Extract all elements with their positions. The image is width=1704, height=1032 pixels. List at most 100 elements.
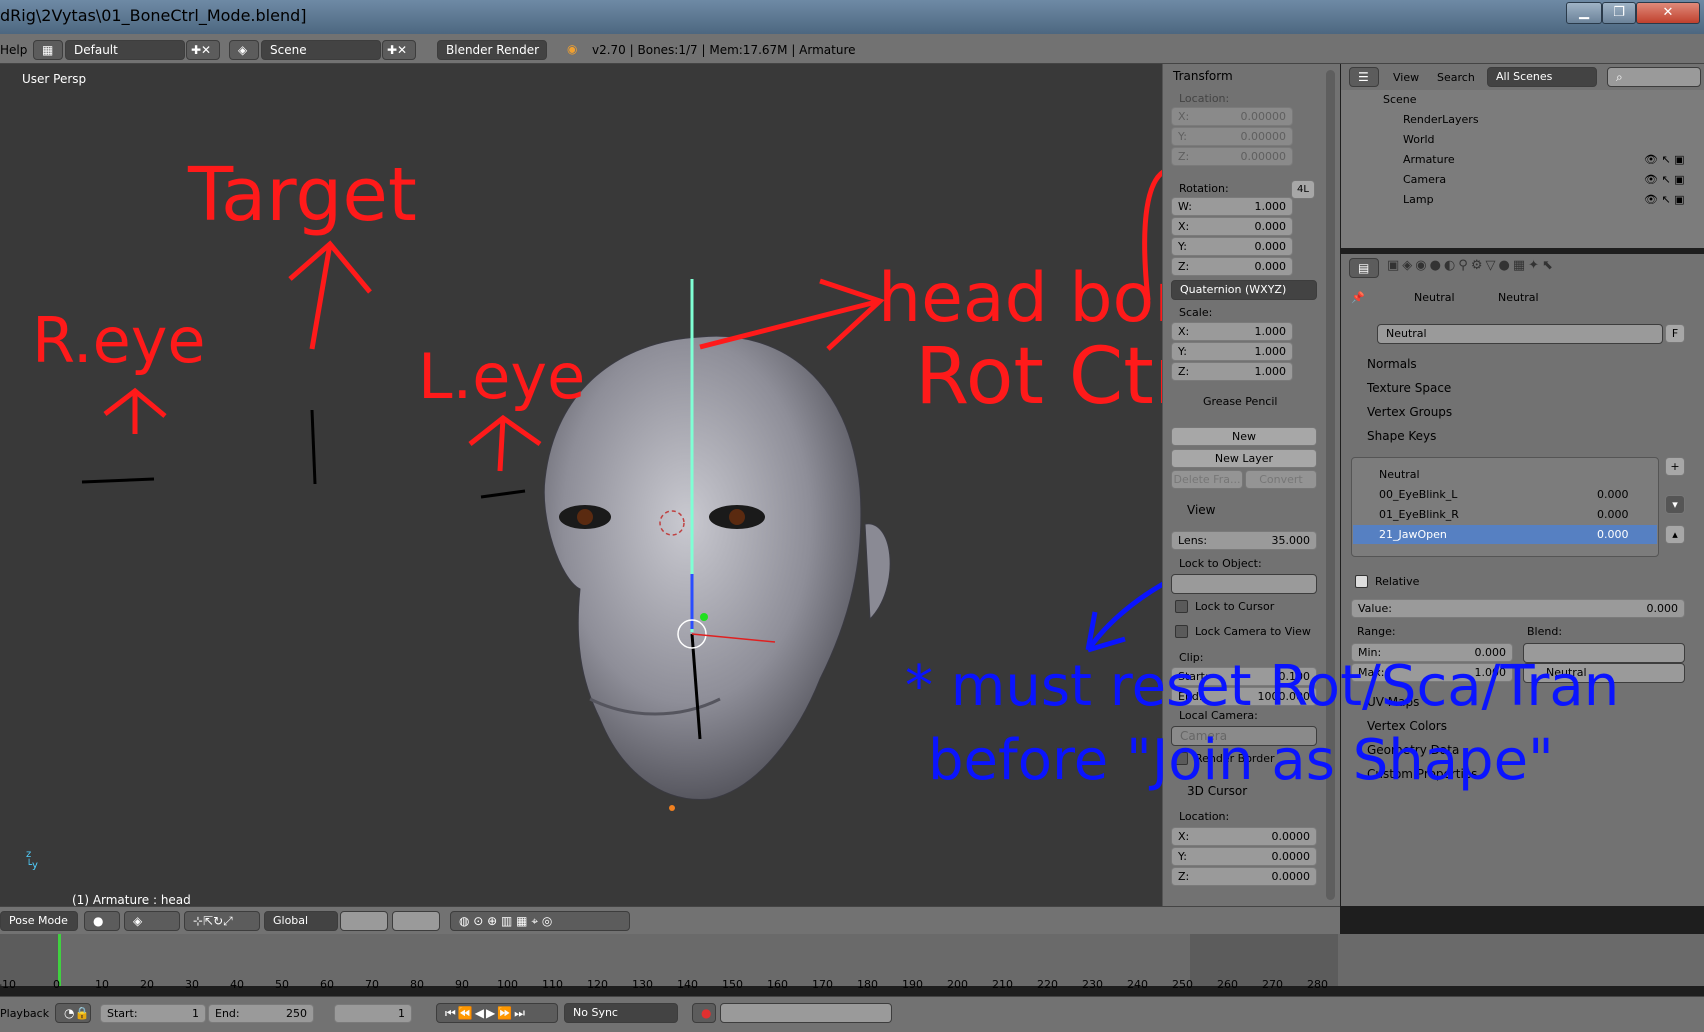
outliner-item-lamp[interactable]: Lamp bbox=[1403, 193, 1434, 206]
lens-field[interactable]: Lens: 35.000 bbox=[1171, 531, 1317, 550]
mesh-name-field[interactable]: Neutral bbox=[1377, 324, 1663, 344]
rot-w-field[interactable]: W: 1.000 bbox=[1171, 197, 1293, 216]
cursor-y-field[interactable]: Y: 0.0000 bbox=[1171, 847, 1317, 866]
tick-label: 210 bbox=[992, 978, 1013, 991]
relative-checkbox[interactable] bbox=[1355, 575, 1368, 588]
add-shape-key-button[interactable]: + bbox=[1665, 457, 1685, 476]
layout-icon[interactable]: ▦ bbox=[33, 40, 63, 60]
layers-grid-2[interactable] bbox=[392, 911, 440, 931]
pivot-selector[interactable]: ◈ bbox=[124, 911, 180, 931]
shape-key-neutral[interactable]: Neutral bbox=[1379, 468, 1420, 481]
tick-label: 110 bbox=[542, 978, 563, 991]
delete-frame-button[interactable]: Delete Fra... bbox=[1171, 470, 1243, 489]
sync-mode-selector[interactable]: No Sync bbox=[564, 1003, 678, 1023]
scale-y-field[interactable]: Y: 1.000 bbox=[1171, 342, 1293, 361]
layers-grid-1[interactable] bbox=[340, 911, 388, 931]
cursor-z-field[interactable]: Z: 0.0000 bbox=[1171, 867, 1317, 886]
shading-selector[interactable]: ● bbox=[84, 911, 120, 931]
view-header[interactable]: View bbox=[1187, 503, 1215, 517]
record-icon[interactable]: ● bbox=[692, 1003, 716, 1023]
blender-logo-icon: ◉ bbox=[567, 42, 578, 56]
shape-key-eyeblink-r[interactable]: 01_EyeBlink_R bbox=[1379, 508, 1459, 521]
viewport-header: Pose Mode ● ◈ ⊹⇱↻⤢ Global ◍ ⊙ ⊕ ▥ ▦ ⌖ ◎ bbox=[0, 906, 1340, 934]
lock-cursor-checkbox[interactable] bbox=[1175, 600, 1188, 613]
info-header: Help ▦ Default ✚✕ ◈ Scene ✚✕ Blender Ren… bbox=[0, 34, 1704, 64]
scale-z-field[interactable]: Z: 1.000 bbox=[1171, 362, 1293, 381]
scale-x-field[interactable]: X: 1.000 bbox=[1171, 322, 1293, 341]
scene-add-remove-icon[interactable]: ✚✕ bbox=[382, 40, 416, 60]
lock-camera-checkbox[interactable] bbox=[1175, 625, 1188, 638]
orientation-selector[interactable]: Global bbox=[264, 911, 338, 931]
breadcrumb-object: Neutral bbox=[1414, 291, 1455, 304]
outliner-search-input[interactable]: ⌕ bbox=[1607, 67, 1701, 87]
window-titlebar: dRig\2Vytas\01_BoneCtrl_Mode.blend] ▁ ❐ … bbox=[0, 0, 1704, 34]
loc-x-field[interactable]: X: 0.00000 bbox=[1171, 107, 1293, 126]
playback-menu[interactable]: Playback bbox=[0, 1007, 49, 1020]
manipulator-icons[interactable]: ⊹⇱↻⤢ bbox=[184, 911, 260, 931]
shape-keys-panel[interactable]: Shape Keys bbox=[1367, 429, 1436, 443]
loc-y-field[interactable]: Y: 0.00000 bbox=[1171, 127, 1293, 146]
move-shape-key-button[interactable]: ▴ bbox=[1665, 525, 1685, 544]
loc-z-field[interactable]: Z: 0.00000 bbox=[1171, 147, 1293, 166]
outliner-search-menu[interactable]: Search bbox=[1437, 71, 1475, 84]
new-layer-button[interactable]: New Layer bbox=[1171, 449, 1317, 468]
close-button[interactable]: ✕ bbox=[1636, 2, 1700, 24]
active-keying-set-field[interactable] bbox=[720, 1003, 892, 1023]
outliner-item-renderlayers[interactable]: RenderLayers bbox=[1403, 113, 1479, 126]
tick-label: 90 bbox=[455, 978, 469, 991]
keying-set-icon[interactable]: ◔🔒 bbox=[55, 1003, 91, 1023]
shape-key-eyeblink-l[interactable]: 00_EyeBlink_L bbox=[1379, 488, 1457, 501]
snap-tools-icons[interactable]: ◍ ⊙ ⊕ ▥ ▦ ⌖ ◎ bbox=[450, 911, 630, 931]
convert-button[interactable]: Convert bbox=[1245, 470, 1317, 489]
outliner-item-armature[interactable]: Armature bbox=[1403, 153, 1455, 166]
shape-key-jawopen-value[interactable]: 0.000 bbox=[1597, 528, 1629, 541]
scene-icon[interactable]: ◈ bbox=[229, 40, 259, 60]
scene-selector[interactable]: Scene bbox=[261, 40, 381, 60]
outliner-filter-selector[interactable]: All Scenes bbox=[1487, 67, 1597, 87]
transform-header[interactable]: Transform bbox=[1173, 69, 1233, 83]
lock-object-field[interactable] bbox=[1171, 574, 1317, 594]
shape-key-eyeblink-r-value[interactable]: 0.000 bbox=[1597, 508, 1629, 521]
lamp-visibility-icon[interactable]: 👁 ↖ ▣ bbox=[1644, 193, 1685, 206]
texture-space-panel[interactable]: Texture Space bbox=[1367, 381, 1451, 395]
shape-key-jawopen[interactable]: 21_JawOpen bbox=[1379, 528, 1447, 541]
rotation-mode-selector[interactable]: Quaternion (WXYZ) bbox=[1171, 280, 1317, 300]
shape-key-eyeblink-l-value[interactable]: 0.000 bbox=[1597, 488, 1629, 501]
frame-start-field[interactable]: Start: 1 bbox=[100, 1004, 206, 1023]
fake-user-button[interactable]: F bbox=[1665, 324, 1685, 343]
properties-editor-icon[interactable]: ▤ bbox=[1349, 258, 1379, 278]
outliner-item-camera[interactable]: Camera bbox=[1403, 173, 1446, 186]
pin-icon[interactable]: 📌 bbox=[1351, 291, 1365, 304]
shape-key-menu-button[interactable]: ▾ bbox=[1665, 495, 1685, 514]
playback-controls-icons[interactable]: ⏮⏪◀▶⏩⏭ bbox=[436, 1003, 558, 1023]
cursor-x-field[interactable]: X: 0.0000 bbox=[1171, 827, 1317, 846]
minimize-button[interactable]: ▁ bbox=[1566, 2, 1602, 24]
outliner-item-world[interactable]: World bbox=[1403, 133, 1435, 146]
rotation-4l-button[interactable]: 4L bbox=[1291, 180, 1315, 199]
vertex-groups-panel[interactable]: Vertex Groups bbox=[1367, 405, 1452, 419]
grease-pencil-header[interactable]: Grease Pencil bbox=[1203, 395, 1277, 408]
maximize-button[interactable]: ❐ bbox=[1602, 2, 1636, 24]
help-menu[interactable]: Help bbox=[0, 43, 27, 57]
rot-z-field[interactable]: Z: 0.000 bbox=[1171, 257, 1293, 276]
outliner-editor-icon[interactable]: ☰ bbox=[1349, 67, 1379, 87]
rot-y-field[interactable]: Y: 0.000 bbox=[1171, 237, 1293, 256]
render-engine-selector[interactable]: Blender Render bbox=[437, 40, 547, 60]
tick-label: 250 bbox=[1172, 978, 1193, 991]
outliner-item-scene[interactable]: Scene bbox=[1383, 93, 1417, 106]
shape-value-field[interactable]: Value: 0.000 bbox=[1351, 599, 1685, 618]
armature-visibility-icon[interactable]: 👁 ↖ ▣ bbox=[1644, 153, 1685, 166]
camera-visibility-icon[interactable]: 👁 ↖ ▣ bbox=[1644, 173, 1685, 186]
grease-new-button[interactable]: New bbox=[1171, 427, 1317, 446]
current-frame-field[interactable]: 1 bbox=[334, 1004, 412, 1023]
layout-selector[interactable]: Default bbox=[65, 40, 185, 60]
frame-end-field[interactable]: End: 250 bbox=[208, 1004, 314, 1023]
properties-tabs-icons[interactable]: ▣◈◉●◐⚲⚙▽●▦✦⬉ bbox=[1387, 258, 1627, 278]
tick-label: 70 bbox=[365, 978, 379, 991]
rot-x-field[interactable]: X: 0.000 bbox=[1171, 217, 1293, 236]
mode-selector[interactable]: Pose Mode bbox=[0, 911, 78, 931]
layout-add-remove-icon[interactable]: ✚✕ bbox=[186, 40, 220, 60]
outliner-view-menu[interactable]: View bbox=[1393, 71, 1419, 84]
normals-panel[interactable]: Normals bbox=[1367, 357, 1417, 371]
3d-viewport[interactable]: User Persp Target R.eye L.eye head bone … bbox=[0, 64, 1619, 907]
